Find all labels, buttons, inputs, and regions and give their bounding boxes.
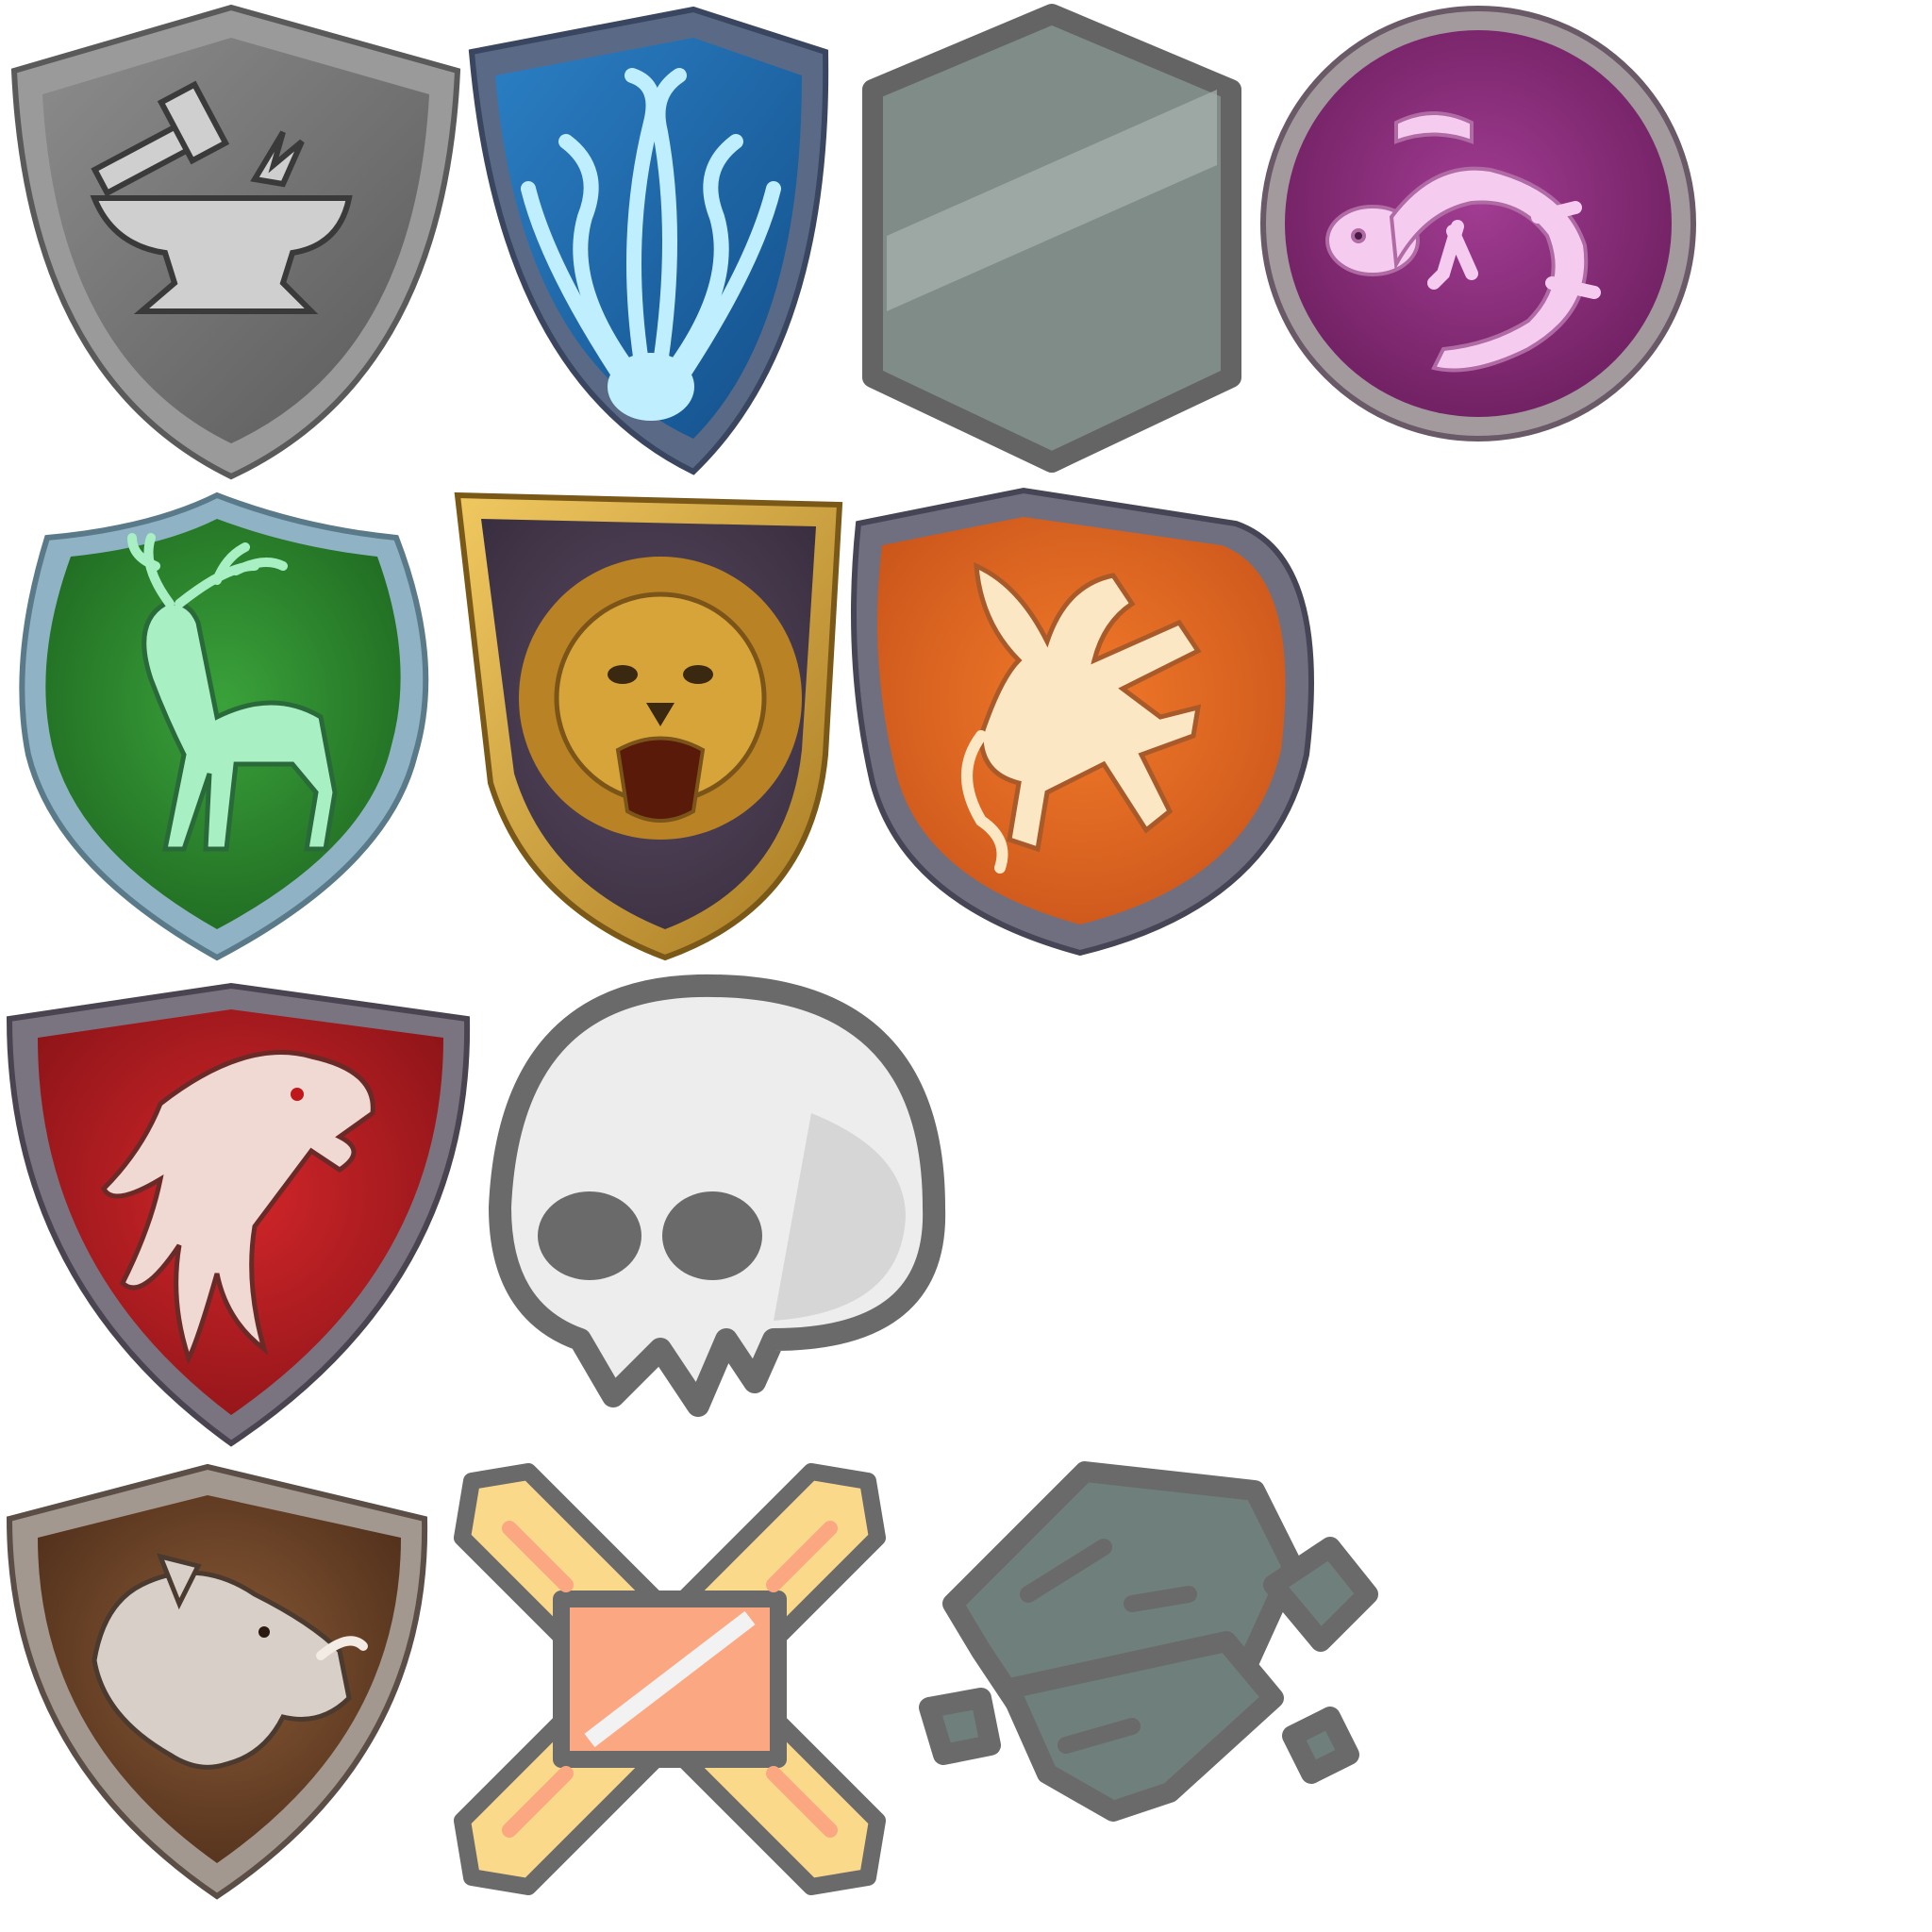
skull-token [489,974,946,1417]
lion-crest [454,491,843,961]
eagle-crest [6,982,471,1447]
broken-stone-token [919,1461,1378,1822]
skull-icon [489,974,946,1417]
crossed-bones-icon [454,1463,886,1895]
anvil-crest [10,4,461,480]
crossed-bones-token [454,1463,886,1895]
broken-stone-icon [919,1461,1378,1822]
stag-crest [19,491,429,961]
blank-crest [862,4,1241,473]
boar-crest [6,1463,428,1900]
icon-sheet-canvas [6,4,1696,1900]
griffin-crest [851,487,1314,957]
salamander-crest [1260,6,1696,441]
icon-sprite-sheet [0,0,1932,1932]
lion-icon [519,557,802,840]
kraken-crest [468,6,829,475]
